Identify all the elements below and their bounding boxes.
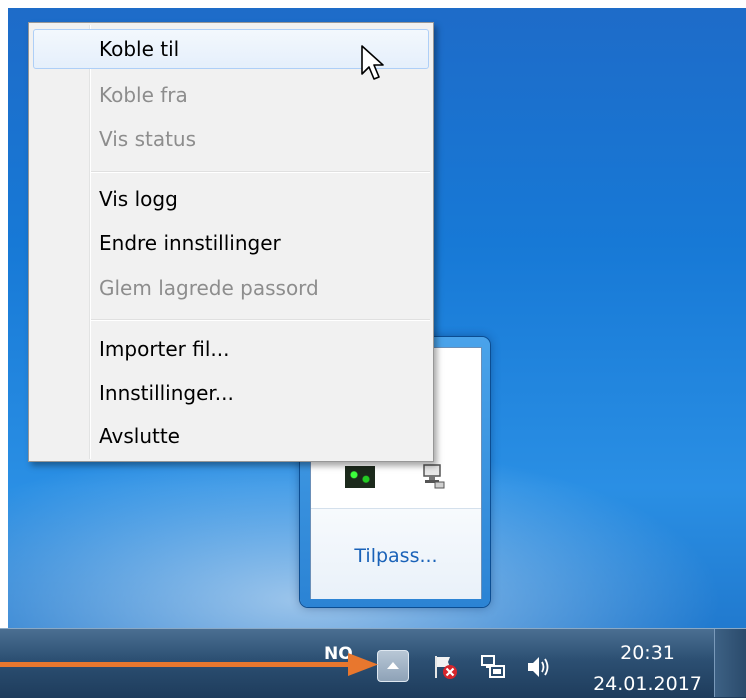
- show-desktop-button[interactable]: [714, 629, 746, 697]
- menu-item-importer-fil[interactable]: Importer fil...: [33, 329, 429, 369]
- menu-item-vis-status: Vis status: [99, 127, 197, 151]
- menu-item-glem-lagrede-passord: Glem lagrede passord: [99, 276, 319, 300]
- customize-link[interactable]: Tilpass...: [311, 545, 481, 567]
- mouse-cursor-icon: [361, 45, 384, 80]
- menu-separator: [91, 171, 430, 173]
- clock-date: 24.01.2017: [593, 673, 702, 695]
- annotation-arrow-icon: [0, 653, 378, 676]
- menu-item-endre-innstillinger[interactable]: Endre innstillinger: [33, 223, 429, 263]
- system-clock[interactable]: 20:31 24.01.2017: [585, 638, 710, 700]
- network-tray-icon[interactable]: [421, 463, 445, 489]
- chevron-up-icon: [387, 662, 399, 669]
- menu-item-avslutte[interactable]: Avslutte: [33, 416, 429, 456]
- openvpn-gui-icon[interactable]: [345, 466, 375, 488]
- action-center-flag-icon[interactable]: [430, 652, 460, 682]
- flyout-footer: Tilpass...: [311, 508, 481, 599]
- menu-item-innstillinger[interactable]: Innstillinger...: [33, 373, 429, 413]
- tray-context-menu: Koble til Koble fra Vis status Vis logg …: [28, 22, 434, 462]
- network-icon[interactable]: [478, 652, 508, 682]
- screenshot-frame-left: [0, 0, 8, 697]
- show-hidden-icons-button[interactable]: [377, 650, 409, 682]
- volume-icon[interactable]: [524, 652, 554, 682]
- menu-item-vis-logg[interactable]: Vis logg: [33, 179, 429, 219]
- menu-separator: [91, 319, 430, 321]
- screenshot-frame-top: [0, 0, 746, 8]
- clock-time: 20:31: [620, 642, 675, 664]
